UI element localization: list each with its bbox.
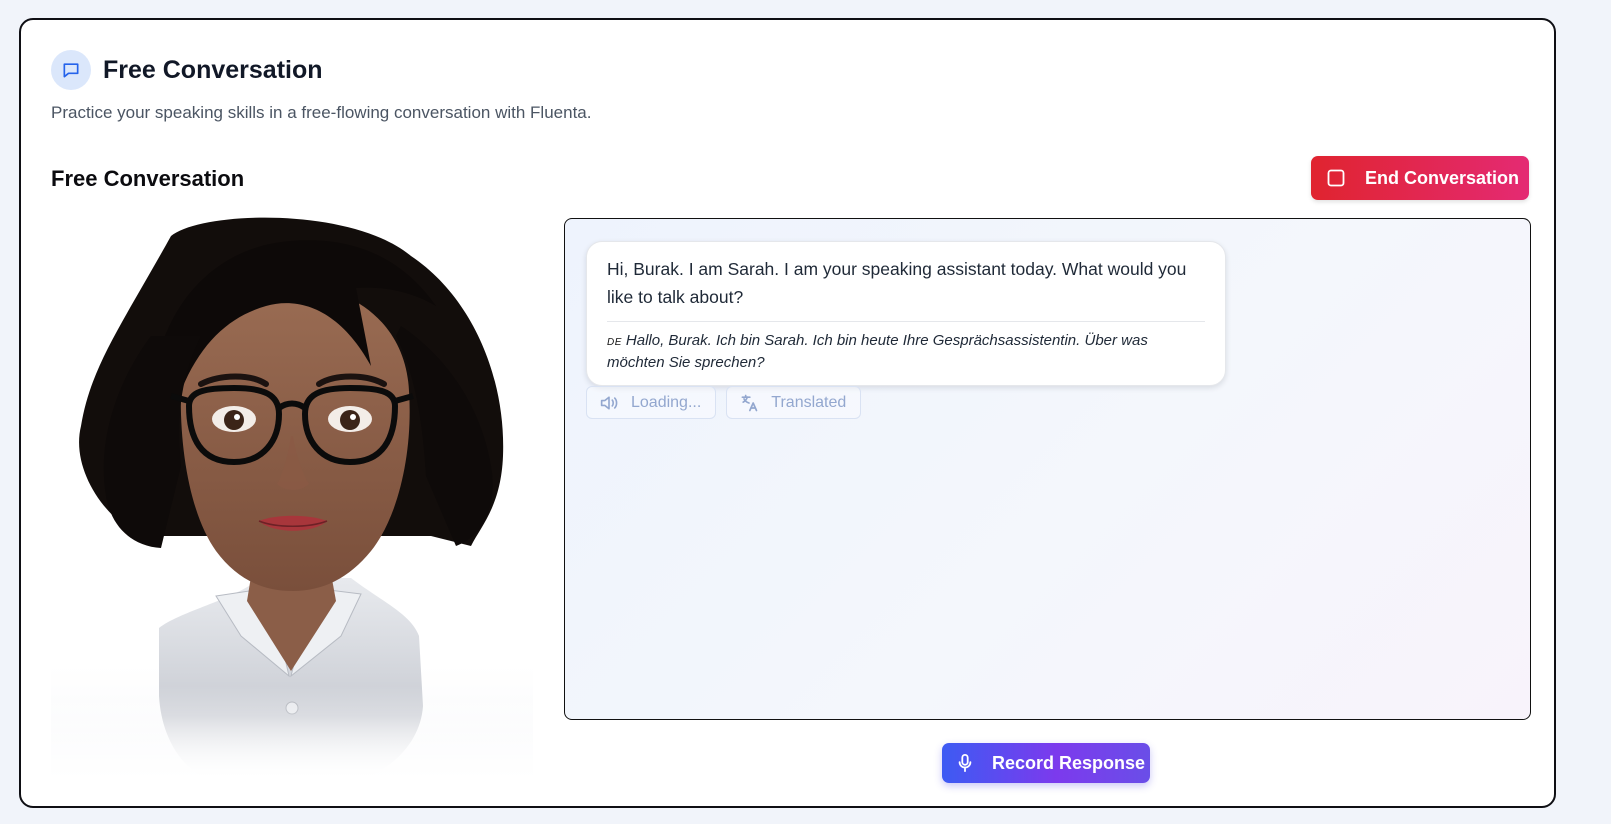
end-conversation-label: End Conversation xyxy=(1365,167,1520,188)
play-audio-button[interactable]: Loading... xyxy=(586,386,717,419)
page-title: Free Conversation xyxy=(103,55,323,84)
record-response-label: Record Response xyxy=(992,752,1146,773)
speaker-icon xyxy=(599,394,619,412)
assistant-avatar xyxy=(51,216,533,778)
microphone-icon xyxy=(956,753,974,773)
translation-language-tag: DE xyxy=(607,337,622,348)
message-actions: Loading... Translated xyxy=(586,386,862,419)
translate-icon xyxy=(739,393,759,413)
record-response-button[interactable]: Record Response xyxy=(942,743,1150,783)
conversation-card: Free Conversation Practice your speaking… xyxy=(19,18,1556,808)
message-text: Hi, Burak. I am Sarah. I am your speakin… xyxy=(607,259,1187,307)
end-conversation-button[interactable]: End Conversation xyxy=(1311,156,1529,200)
play-audio-label: Loading... xyxy=(631,393,702,411)
stop-square-icon xyxy=(1327,169,1345,187)
chat-panel[interactable]: Hi, Burak. I am Sarah. I am your speakin… xyxy=(564,218,1531,720)
chat-bubble-icon xyxy=(51,50,91,90)
message-translation: DE Hallo, Burak. Ich bin Sarah. Ich bin h… xyxy=(607,331,1205,373)
page-subtitle: Practice your speaking skills in a free-… xyxy=(51,103,592,122)
assistant-message: Hi, Burak. I am Sarah. I am your speakin… xyxy=(586,241,1226,386)
session-title: Free Conversation xyxy=(51,166,245,191)
message-divider xyxy=(607,321,1205,322)
translate-label: Translated xyxy=(771,393,847,411)
avatar-illustration xyxy=(51,217,533,778)
page-header: Free Conversation xyxy=(51,50,323,90)
translation-text: Hallo, Burak. Ich bin Sarah. Ich bin heu… xyxy=(607,332,1148,371)
translate-button[interactable]: Translated xyxy=(726,386,862,419)
